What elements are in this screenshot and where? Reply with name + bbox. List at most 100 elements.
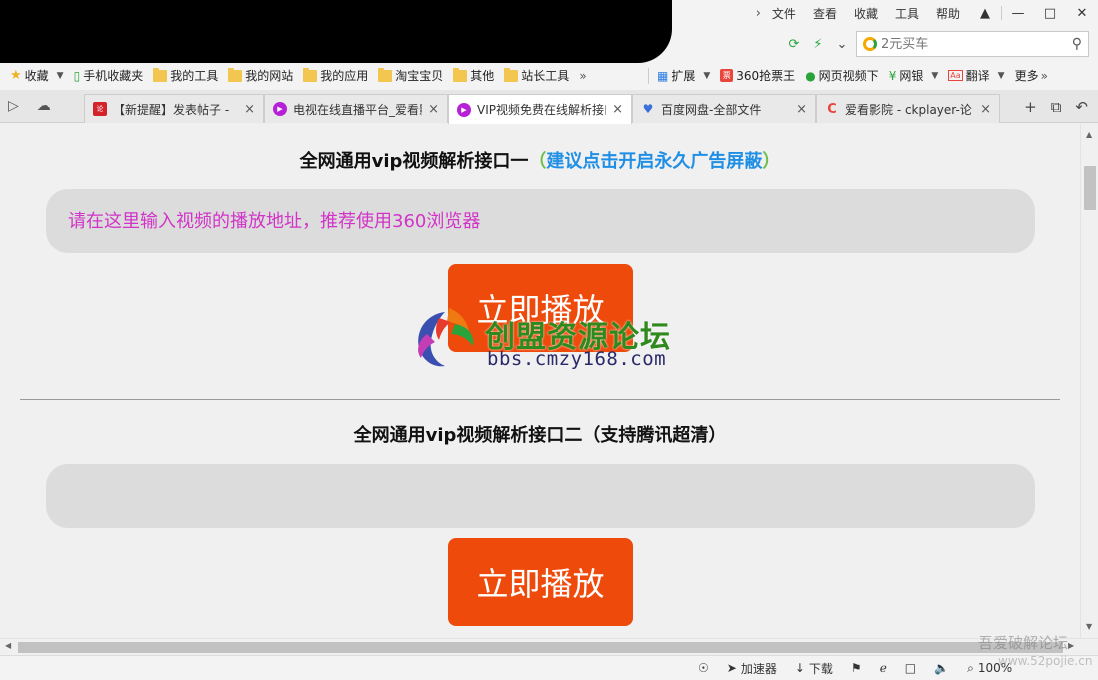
bookmark-favorites[interactable]: ★ 收藏 ▼ (10, 67, 64, 84)
maximize-button[interactable]: □ (1034, 0, 1066, 26)
zoom-icon: ⌕ (967, 660, 974, 675)
tab-tv-live[interactable]: ▶ 电视在线直播平台_爱看影 × (264, 94, 448, 123)
folder-icon (378, 67, 393, 82)
ad-block-hint-link[interactable]: 建议点击开启永久广告屏蔽 (546, 151, 762, 172)
bookmark-folder-tools[interactable]: 我的工具 (153, 67, 218, 84)
scroll-up-icon[interactable]: ▲ (1086, 130, 1092, 139)
grid-icon: ▦ (657, 68, 669, 83)
scroll-down-icon[interactable]: ▼ (1086, 622, 1092, 631)
tab-title: VIP视频免费在线解析接口 (477, 103, 607, 117)
bookmark-mobile[interactable]: ▯ 手机收藏夹 (74, 67, 144, 84)
tab-ckplayer[interactable]: C 爱看影院 - ckplayer-论 × (816, 94, 1000, 123)
bookmark-label: 我的应用 (320, 69, 369, 83)
bookmark-folder-apps[interactable]: 我的应用 (303, 67, 368, 84)
close-icon[interactable]: × (244, 102, 255, 117)
video-url-input[interactable] (46, 189, 1035, 253)
close-icon[interactable]: × (980, 102, 991, 117)
close-icon[interactable]: × (612, 102, 623, 117)
bookmark-label: 翻译 (965, 69, 990, 83)
tab-title: 爱看影院 - ckplayer-论 (845, 102, 972, 117)
download-button[interactable]: ↓ 下载 (795, 660, 833, 677)
play-now-button-2[interactable]: 立即播放 (448, 538, 633, 626)
search-icon[interactable]: ⚲ (1072, 36, 1082, 52)
section1-heading: 全网通用vip视频解析接口一（建议点击开启永久广告屏蔽） (0, 147, 1080, 173)
search-input[interactable] (881, 36, 1072, 52)
accelerator-button[interactable]: ➤ 加速器 (727, 660, 777, 677)
bookmarks-overflow-icon[interactable]: » (579, 69, 586, 83)
page-content: 全网通用vip视频解析接口一（建议点击开启永久广告屏蔽） 立即播放 创盟资源论坛… (0, 124, 1080, 638)
video-url-input-2[interactable] (46, 464, 1035, 528)
sidebar-toggle-icon[interactable]: ▷ (8, 98, 19, 114)
menu-item-tools[interactable]: 工具 (895, 5, 919, 22)
bookmark-more[interactable]: 更多 » (1015, 67, 1048, 84)
undo-close-icon[interactable]: ↶ (1075, 98, 1088, 116)
translate-icon: Aa (948, 70, 963, 81)
bookmark-label: 手机收藏夹 (83, 69, 144, 83)
menu-chevron-icon[interactable]: › (756, 6, 761, 21)
close-icon[interactable]: × (796, 102, 807, 117)
chevron-down-icon: ▼ (56, 70, 64, 81)
bookmark-folder-sites[interactable]: 我的网站 (228, 67, 293, 84)
menu-item-help[interactable]: 帮助 (936, 5, 960, 22)
tab-list-icon[interactable]: ⧉ (1051, 98, 1062, 116)
corner-watermark-url: www.52pojie.cn (998, 654, 1093, 668)
chevron-down-icon[interactable]: ⌄ (833, 35, 851, 53)
cloud-icon[interactable]: ☁ (37, 98, 51, 114)
c-favicon-icon: C (827, 101, 837, 117)
tab-bar-lead: ▷ ☁ (8, 98, 51, 114)
bookmark-extensions[interactable]: ▦ 扩展 ▼ (657, 67, 710, 84)
bookmark-ticket[interactable]: 票 360抢票王 (720, 67, 795, 84)
compat-mode-icon[interactable]: ☉ (698, 661, 709, 675)
tab-vip-parser[interactable]: ▶ VIP视频免费在线解析接口 × (448, 94, 632, 124)
bookmarks-right: ▦ 扩展 ▼ 票 360抢票王 ● 网页视频下 ¥ 网银 ▼ Aa 翻译 ▼ 更… (648, 61, 1058, 90)
scroll-left-icon[interactable]: ◀ (5, 641, 11, 650)
search-box: ⚲ (856, 31, 1089, 57)
yen-icon: ¥ (888, 68, 897, 83)
bookmark-label: 扩展 (671, 69, 696, 83)
volume-icon[interactable]: 🔈 (934, 661, 949, 675)
bookmark-folder-other[interactable]: 其他 (453, 67, 494, 84)
play-favicon-icon: ▶ (457, 102, 471, 117)
menu-item-view[interactable]: 查看 (813, 5, 837, 22)
ticket-icon: 票 (720, 69, 734, 82)
tab-baidu-pan[interactable]: ♥ 百度网盘-全部文件 × (632, 94, 816, 123)
close-icon[interactable]: × (428, 102, 439, 117)
window-icon[interactable]: □ (905, 661, 916, 675)
download-icon: ↓ (794, 661, 805, 675)
menu-item-file[interactable]: 文件 (772, 5, 796, 22)
search-engine-icon[interactable] (863, 37, 877, 51)
scroll-right-icon[interactable]: ▶ (1068, 641, 1074, 650)
download-label: 下载 (808, 661, 833, 676)
bookmark-bank[interactable]: ¥ 网银 ▼ (889, 67, 939, 84)
bookmark-folder-webmaster[interactable]: 站长工具 (504, 67, 569, 84)
forum-favicon-icon: 论 (93, 102, 107, 116)
address-bar-actions: ⟳ ⚡ ⌄ (785, 32, 851, 56)
rocket-icon: ➤ (726, 661, 737, 675)
horizontal-scrollbar[interactable]: ◀ ▶ (0, 638, 1098, 655)
section1-title: 全网通用vip视频解析接口一 (299, 151, 529, 172)
bookmark-folder-taobao[interactable]: 淘宝宝贝 (378, 67, 443, 84)
tab-forum-post[interactable]: 论 【新提醒】发表帖子 - × (84, 94, 264, 123)
bookmarks-bar: ★ 收藏 ▼ ▯ 手机收藏夹 我的工具 我的网站 我的应用 淘宝宝贝 其他 站长… (0, 61, 1098, 90)
folder-icon (453, 67, 468, 82)
close-button[interactable]: ✕ (1066, 0, 1098, 26)
bookmark-label: 更多 (1014, 69, 1039, 83)
chevron-down-icon: ▼ (997, 70, 1005, 81)
ie-icon[interactable]: ℯ (880, 661, 887, 675)
bookmark-translate[interactable]: Aa 翻译 ▼ (948, 67, 1005, 84)
vertical-scroll-thumb[interactable] (1084, 166, 1096, 210)
flag-icon[interactable]: ⚑ (851, 661, 862, 675)
skin-icon[interactable]: ▲ (969, 0, 1001, 26)
play-favicon-icon: ▶ (273, 102, 287, 116)
play-now-button[interactable]: 立即播放 (448, 264, 633, 352)
minimize-button[interactable]: — (1002, 0, 1034, 26)
folder-icon (153, 67, 168, 82)
vertical-scrollbar[interactable]: ▲ ▼ (1080, 124, 1098, 638)
lightning-icon[interactable]: ⚡ (809, 35, 827, 53)
tab-bar: ▷ ☁ 论 【新提醒】发表帖子 - × ▶ 电视在线直播平台_爱看影 × ▶ V… (0, 90, 1098, 124)
menu-item-favorites[interactable]: 收藏 (854, 5, 878, 22)
bookmark-video-download[interactable]: ● 网页视频下 (805, 67, 879, 84)
new-tab-icon[interactable]: + (1024, 98, 1037, 116)
refresh-icon[interactable]: ⟳ (785, 35, 803, 53)
horizontal-scroll-thumb[interactable] (18, 642, 1063, 653)
